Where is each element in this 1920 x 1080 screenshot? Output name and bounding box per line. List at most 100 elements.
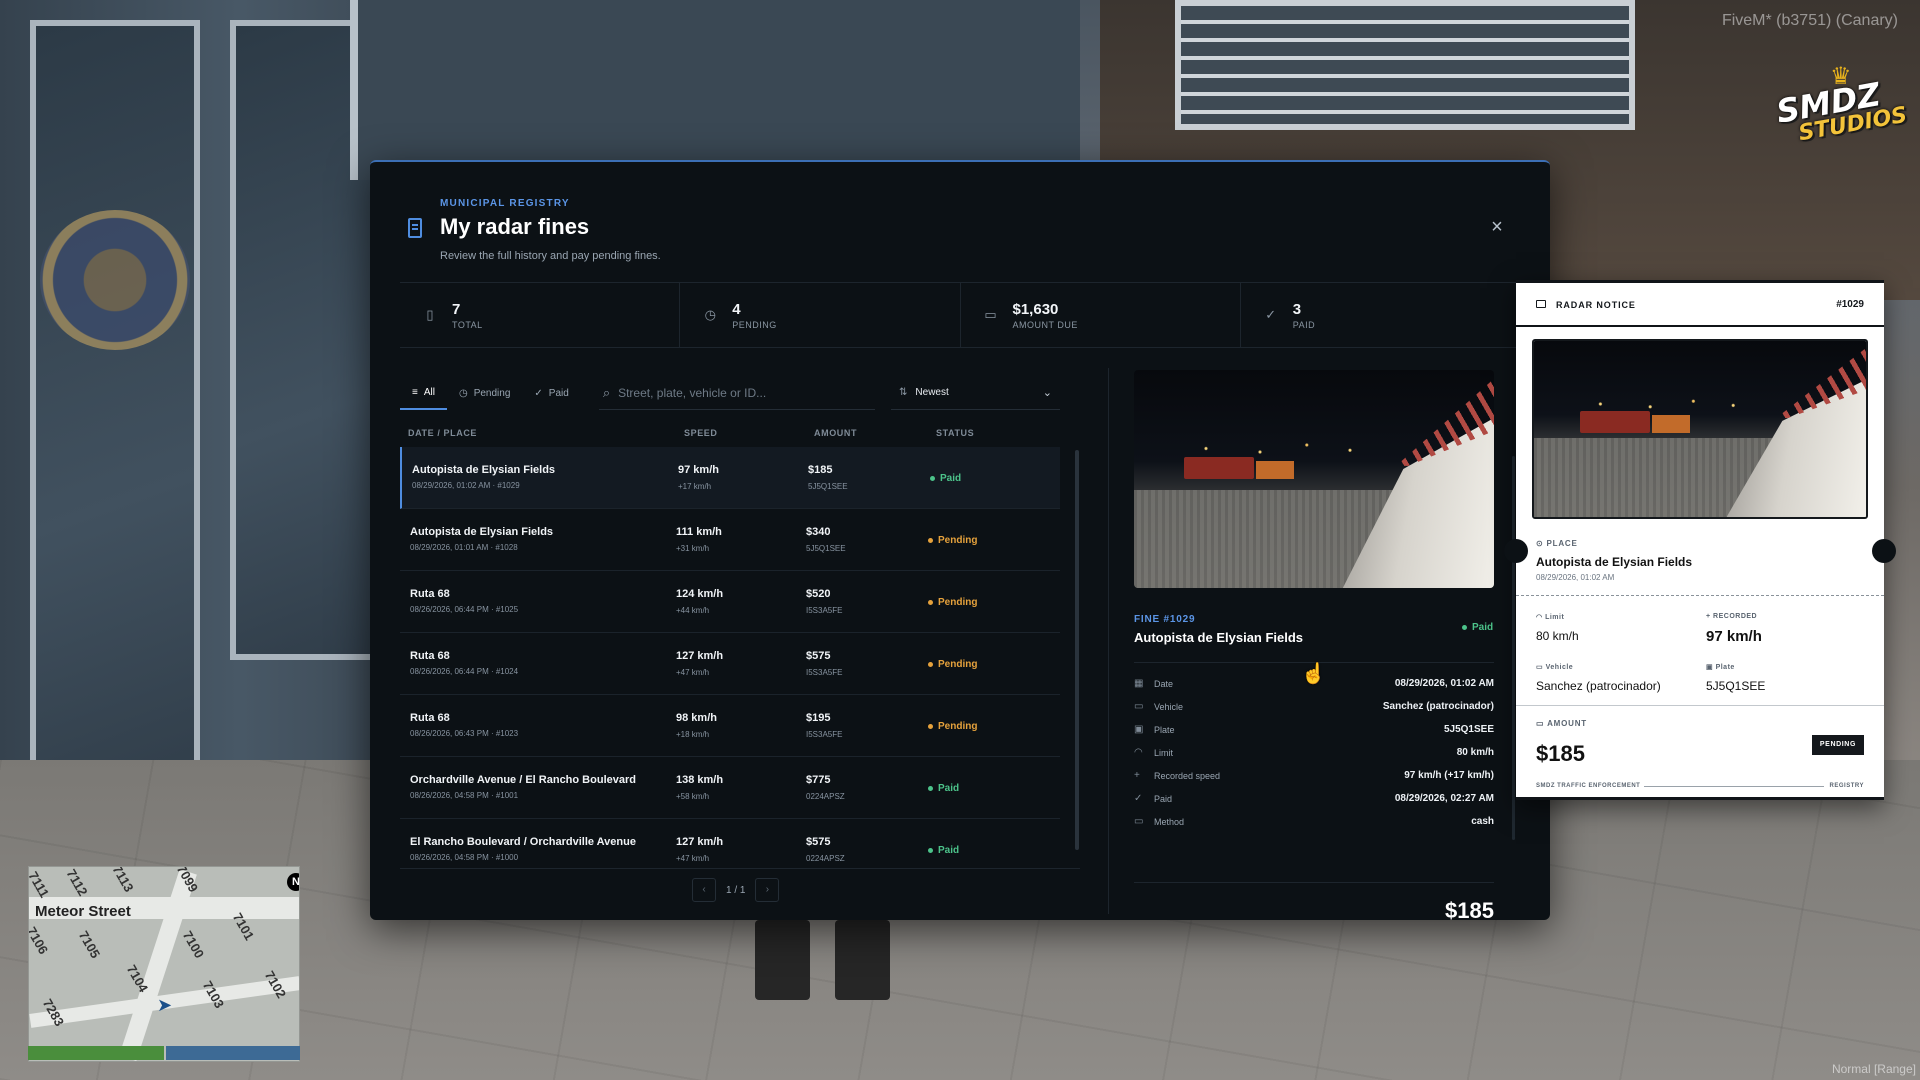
sort-value: Newest xyxy=(915,387,949,398)
vehicle-label-text: Vehicle xyxy=(1545,664,1574,671)
field-key: Plate xyxy=(1154,725,1175,735)
row-over-limit: +18 km/h xyxy=(676,730,710,739)
field-key: Date xyxy=(1154,679,1174,689)
search-icon: ⌕ xyxy=(602,384,611,400)
city-seal-emblem xyxy=(40,210,190,350)
field-value: 80 km/h xyxy=(1456,747,1494,758)
status-dot xyxy=(1462,625,1467,630)
status-dot xyxy=(928,538,933,543)
status-label: Pending xyxy=(938,721,978,732)
card-icon: ▭ xyxy=(984,307,997,322)
status-badge: Paid xyxy=(1462,622,1493,633)
detail-field: ◠ Limit 80 km/h xyxy=(1134,747,1494,763)
row-plate: 0224APSZ xyxy=(806,854,845,863)
player-character xyxy=(745,920,905,1010)
status-badge: Paid xyxy=(930,473,961,484)
player-leg xyxy=(835,920,890,1000)
row-plate: I5S3A5FE xyxy=(806,606,843,615)
table-row[interactable]: El Rancho Boulevard / Orchardville Avenu… xyxy=(400,819,1060,867)
fine-number: FINE #1029 xyxy=(1134,614,1196,625)
status-badge: Pending xyxy=(928,597,977,608)
plate-value: 5J5Q1SEE xyxy=(1706,679,1766,693)
stat-pending: ◷ 4 PENDING xyxy=(680,283,961,347)
table-row[interactable]: Autopista de Elysian Fields 08/29/2026, 0… xyxy=(400,447,1060,509)
search-input[interactable]: ⌕ Street, plate, vehicle or ID... xyxy=(598,376,876,410)
divider xyxy=(1108,368,1109,914)
chevron-left-icon[interactable]: ‹ xyxy=(692,878,716,902)
card-icon: ▭ xyxy=(1134,816,1144,827)
tab-label: Paid xyxy=(548,387,569,399)
sort-select[interactable]: ⇅ Newest ⌄ xyxy=(891,376,1060,410)
table-row[interactable]: Ruta 68 08/26/2026, 06:44 PM · #1025 124 k… xyxy=(400,571,1060,633)
notice-footer-right: REGISTRY xyxy=(1829,783,1864,789)
row-speed: 97 km/h xyxy=(678,464,719,476)
stat-amount-due: ▭ $1,630 AMOUNT DUE xyxy=(961,283,1241,347)
row-speed: 127 km/h xyxy=(676,650,724,662)
status-label: Paid xyxy=(940,473,962,484)
table-header: DATE / PLACE SPEED AMOUNT STATUS xyxy=(400,428,1060,444)
table-scrollbar[interactable] xyxy=(1075,450,1079,850)
tab-all[interactable]: ≡ All xyxy=(400,376,447,410)
block-number: 7111 xyxy=(28,868,53,901)
block-number: 7105 xyxy=(75,928,104,961)
plus-icon: + xyxy=(1134,770,1140,781)
wall-vent xyxy=(1175,0,1635,130)
sort-icon: ⇅ xyxy=(899,387,908,398)
tab-pending[interactable]: ◷ Pending xyxy=(447,376,522,410)
check-icon: ✓ xyxy=(534,387,543,399)
table-row[interactable]: Orchardville Avenue / El Rancho Boulevar… xyxy=(400,757,1060,819)
vehicle-label: ▭ Vehicle xyxy=(1536,663,1573,671)
chevron-right-icon[interactable]: › xyxy=(755,878,780,902)
row-meta: 08/26/2026, 06:44 PM · #1025 xyxy=(410,605,519,614)
row-meta: 08/26/2026, 04:58 PM · #1000 xyxy=(410,853,519,862)
field-value: Sanchez (patrocinador) xyxy=(1382,701,1494,712)
radar-photo xyxy=(1134,370,1494,588)
clock-icon: ◷ xyxy=(458,387,468,399)
radar-photo-scene xyxy=(1134,370,1494,588)
plate-label-text: Plate xyxy=(1715,664,1735,671)
smdz-studios-logo: ♛ SMDZ STUDIOS xyxy=(1772,62,1909,146)
table-row[interactable]: Ruta 68 08/26/2026, 06:44 PM · #1024 127 k… xyxy=(400,633,1060,695)
status-label: Paid xyxy=(938,783,960,794)
status-label: Paid xyxy=(938,845,960,856)
stat-total: ▯ 7 TOTAL xyxy=(400,283,681,347)
dashed-divider xyxy=(1516,595,1884,596)
tab-label: All xyxy=(423,386,435,398)
photo-truck xyxy=(1580,411,1691,434)
vehicle-value: Sanchez (patrocinador) xyxy=(1536,679,1661,693)
status-badge: Pending xyxy=(928,535,977,546)
field-value: 08/29/2026, 01:02 AM xyxy=(1394,678,1494,689)
close-icon[interactable]: × xyxy=(1488,217,1506,237)
status-label: Pending xyxy=(938,535,978,546)
street-name: Meteor Street xyxy=(35,903,131,920)
filter-bar: ≡ All ◷ Pending ✓ Paid ⌕ Street, plate, … xyxy=(400,376,1060,410)
plus-icon: + xyxy=(1706,613,1714,620)
row-place: Ruta 68 xyxy=(410,650,450,662)
detail-scrollbar[interactable] xyxy=(1512,456,1515,840)
stat-label: TOTAL xyxy=(452,319,483,330)
tab-paid[interactable]: ✓ Paid xyxy=(522,376,580,410)
row-meta: 08/29/2026, 01:02 AM · #1029 xyxy=(412,481,520,490)
table-row[interactable]: Ruta 68 08/26/2026, 06:43 PM · #1023 98 km… xyxy=(400,695,1060,757)
detail-field: ▭ Vehicle Sanchez (patrocinador) xyxy=(1134,701,1494,717)
ticket-notch xyxy=(1872,539,1896,563)
stat-value: 4 xyxy=(732,300,741,318)
table-row[interactable]: Autopista de Elysian Fields 08/29/2026, 0… xyxy=(400,509,1060,571)
row-plate: 5J5Q1SEE xyxy=(806,544,846,553)
detail-field: ▭ Method cash xyxy=(1134,816,1494,832)
field-key: Limit xyxy=(1154,748,1174,758)
divider xyxy=(400,868,1080,869)
row-over-limit: +31 km/h xyxy=(676,544,710,553)
health-bar xyxy=(28,1046,164,1060)
status-label: Paid xyxy=(1472,622,1494,633)
row-place: Autopista de Elysian Fields xyxy=(410,526,554,538)
status-label: Pending xyxy=(938,659,978,670)
row-over-limit: +44 km/h xyxy=(676,606,710,615)
stat-value: $1,630 xyxy=(1012,300,1059,318)
page-indicator: 1 / 1 xyxy=(726,884,746,896)
notice-header: RADAR NOTICE #1029 xyxy=(1516,283,1884,327)
recorded-value: 97 km/h xyxy=(1706,628,1762,645)
row-plate: 0224APSZ xyxy=(806,792,845,801)
minimap: Meteor Street 7111 7112 7113 7099 7101 7… xyxy=(28,866,300,1062)
calendar-icon: ▦ xyxy=(1134,678,1144,689)
